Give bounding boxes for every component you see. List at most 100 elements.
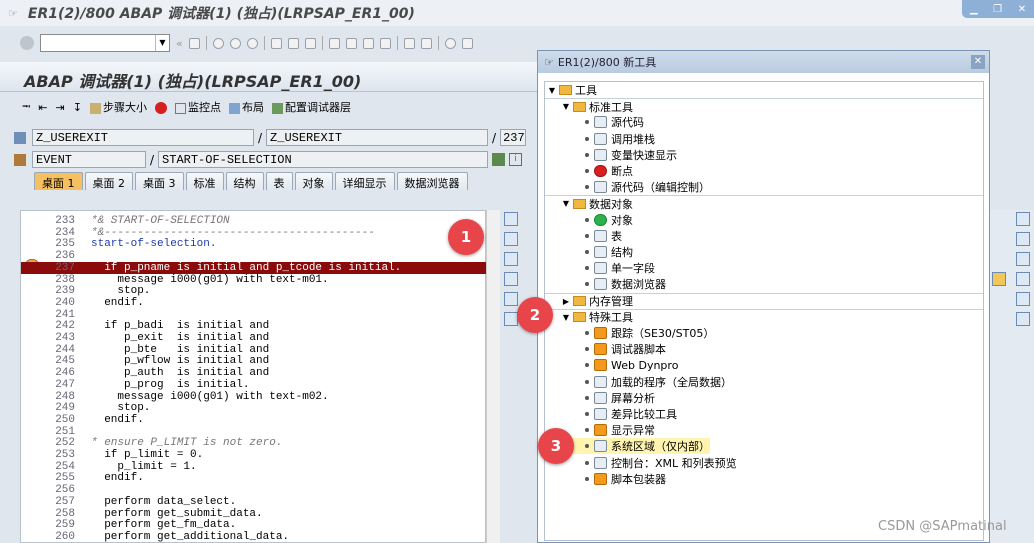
program-field[interactable]: Z_USEREXIT [32,129,254,146]
code-line[interactable]: perform get_submit_data. [91,508,262,520]
tab-item[interactable]: 桌面 1 [34,172,83,190]
services-icon[interactable] [504,312,518,326]
services-icon[interactable] [1016,312,1030,326]
find-icon[interactable] [287,37,299,49]
code-line[interactable]: perform data_select. [91,496,236,508]
tab-item[interactable]: 数据浏览器 [396,172,468,190]
tab-item[interactable]: 桌面 2 [84,172,133,190]
back-icon[interactable] [212,37,224,49]
code-line[interactable]: *&--------------------------------------… [91,227,375,239]
source-code-editor[interactable]: 233 *& START-OF-SELECTION 234 *&-----------… [20,210,486,543]
event-type-field[interactable]: EVENT [32,151,146,168]
breakpoint-button[interactable] [154,101,167,114]
code-line[interactable]: * ensure P_LIMIT is not zero. [91,437,282,449]
code-line[interactable]: if p_limit = 0. [91,449,203,461]
continue-icon[interactable]: ↧ [73,101,82,114]
swap-tool-icon[interactable] [1016,292,1030,306]
include-field[interactable]: Z_USEREXIT [266,129,489,146]
close-dialog-button[interactable]: ✕ [971,55,985,69]
code-line[interactable]: perform get_fm_data. [91,519,236,531]
tree-item-special[interactable]: 屏幕分析 [545,390,655,406]
tree-item-standard[interactable]: 断点 [545,163,633,179]
expand-down-icon[interactable]: ▼ [561,102,571,111]
tree-item-special[interactable]: Web Dynpro [545,357,678,373]
code-line[interactable]: *& START-OF-SELECTION [91,215,230,227]
code-line[interactable]: p_wflow is initial and [91,355,269,367]
new-session-icon[interactable] [403,37,415,49]
layout-button[interactable]: 布局 [228,99,264,115]
line-field[interactable]: 237 [500,129,527,146]
tree-item-special[interactable]: 跟踪（SE30/ST05） [545,325,714,341]
tree-folder-special[interactable]: ▼ 特殊工具 [545,308,983,325]
configure-layers-button[interactable]: 配置调试器层 [271,99,351,115]
code-line[interactable]: p_prog is initial. [91,379,249,391]
tree-item-data-objects[interactable]: 结构 [545,244,633,260]
code-line[interactable]: endif. [91,414,144,426]
event-name-field[interactable]: START-OF-SELECTION [158,151,489,168]
layout-menu-icon[interactable] [461,37,473,49]
tab-item[interactable]: 表 [265,172,293,190]
help-icon[interactable] [444,37,456,49]
close-tool-icon[interactable] [1016,212,1030,226]
tab-item[interactable]: 详细显示 [334,172,395,190]
tree-folder-data-objects[interactable]: ▼ 数据对象 [545,195,983,211]
tab-item[interactable]: 结构 [225,172,264,190]
first-page-icon[interactable] [328,37,340,49]
tree-item-special[interactable]: 差异比较工具 [545,406,677,422]
code-line[interactable]: message i000(g01) with text-m02. [91,391,328,403]
code-line[interactable]: p_exit is initial and [91,332,269,344]
step-into-icon[interactable]: ⭲ [22,98,30,117]
tree-item-special[interactable]: 控制台：XML 和列表预览 [545,455,737,471]
command-field[interactable]: ▼ [40,34,170,52]
expand-down-icon[interactable]: ▼ [561,199,571,208]
code-line[interactable]: p_bte is initial and [91,344,269,356]
last-page-icon[interactable] [379,37,391,49]
tree-item-special[interactable]: 调试器脚本 [545,341,666,357]
restore-icon[interactable]: ❐ [993,4,1002,15]
return-icon[interactable]: ⇥ [56,101,65,114]
tree-item-data-objects[interactable]: 对象 [545,212,633,228]
code-line[interactable]: start-of-selection. [91,238,216,250]
code-line[interactable]: message i000(g01) with text-m01. [91,274,328,286]
shortcut-icon[interactable] [420,37,432,49]
step-size-button[interactable]: 步骤大小 [89,99,147,115]
fullscreen-icon[interactable] [504,272,518,286]
tree-item-standard[interactable]: 源代码 [545,114,644,130]
code-line[interactable]: stop. [91,402,150,414]
code-line[interactable]: endif. [91,472,144,484]
chevron-down-icon[interactable]: ▼ [155,35,169,51]
expand-down-icon[interactable]: ▼ [547,86,557,95]
replace-tool-icon[interactable] [504,252,518,266]
enter-icon[interactable] [20,36,34,50]
fullscreen-icon[interactable] [1016,272,1030,286]
expand-down-icon[interactable]: ▼ [561,313,571,322]
tab-item[interactable]: 对象 [294,172,333,190]
code-line[interactable]: p_limit = 1. [91,461,196,473]
tab-item[interactable]: 桌面 3 [135,172,184,190]
find-next-icon[interactable] [304,37,316,49]
new-tool-icon[interactable] [504,232,518,246]
editor-scrollbar[interactable] [486,210,500,543]
window-controls[interactable]: ▁ ❐ ✕ [962,0,1034,18]
tab-item[interactable]: 标准 [185,172,224,190]
code-line[interactable]: endif. [91,297,144,309]
tree-item-data-objects[interactable]: 数据浏览器 [545,276,666,292]
back-arrows-icon[interactable]: « [176,37,183,50]
tree-item-standard[interactable]: 变量快速显示 [545,147,677,163]
tree-root-tools[interactable]: ▼ 工具 [545,82,597,98]
watchpoint-button[interactable]: 监控点 [174,99,221,115]
tree-item-special[interactable]: 脚本包装器 [545,471,666,487]
table-icon[interactable] [992,272,1006,286]
print-icon[interactable] [270,37,282,49]
code-line[interactable]: stop. [91,285,150,297]
code-line[interactable]: if p_pname is initial and p_tcode is ini… [91,262,401,274]
tree-folder-memory[interactable]: ▶ 内存管理 [545,292,983,309]
next-page-icon[interactable] [362,37,374,49]
replace-tool-icon[interactable] [1016,252,1030,266]
tree-item-data-objects[interactable]: 表 [545,228,622,244]
navigate-icon[interactable] [492,153,506,166]
close-icon[interactable]: ✕ [1018,4,1026,15]
code-line[interactable]: p_auth is initial and [91,367,269,379]
tree-item-standard[interactable]: 源代码（编辑控制） [545,179,710,195]
step-over-icon[interactable]: ⇤ [38,101,47,114]
